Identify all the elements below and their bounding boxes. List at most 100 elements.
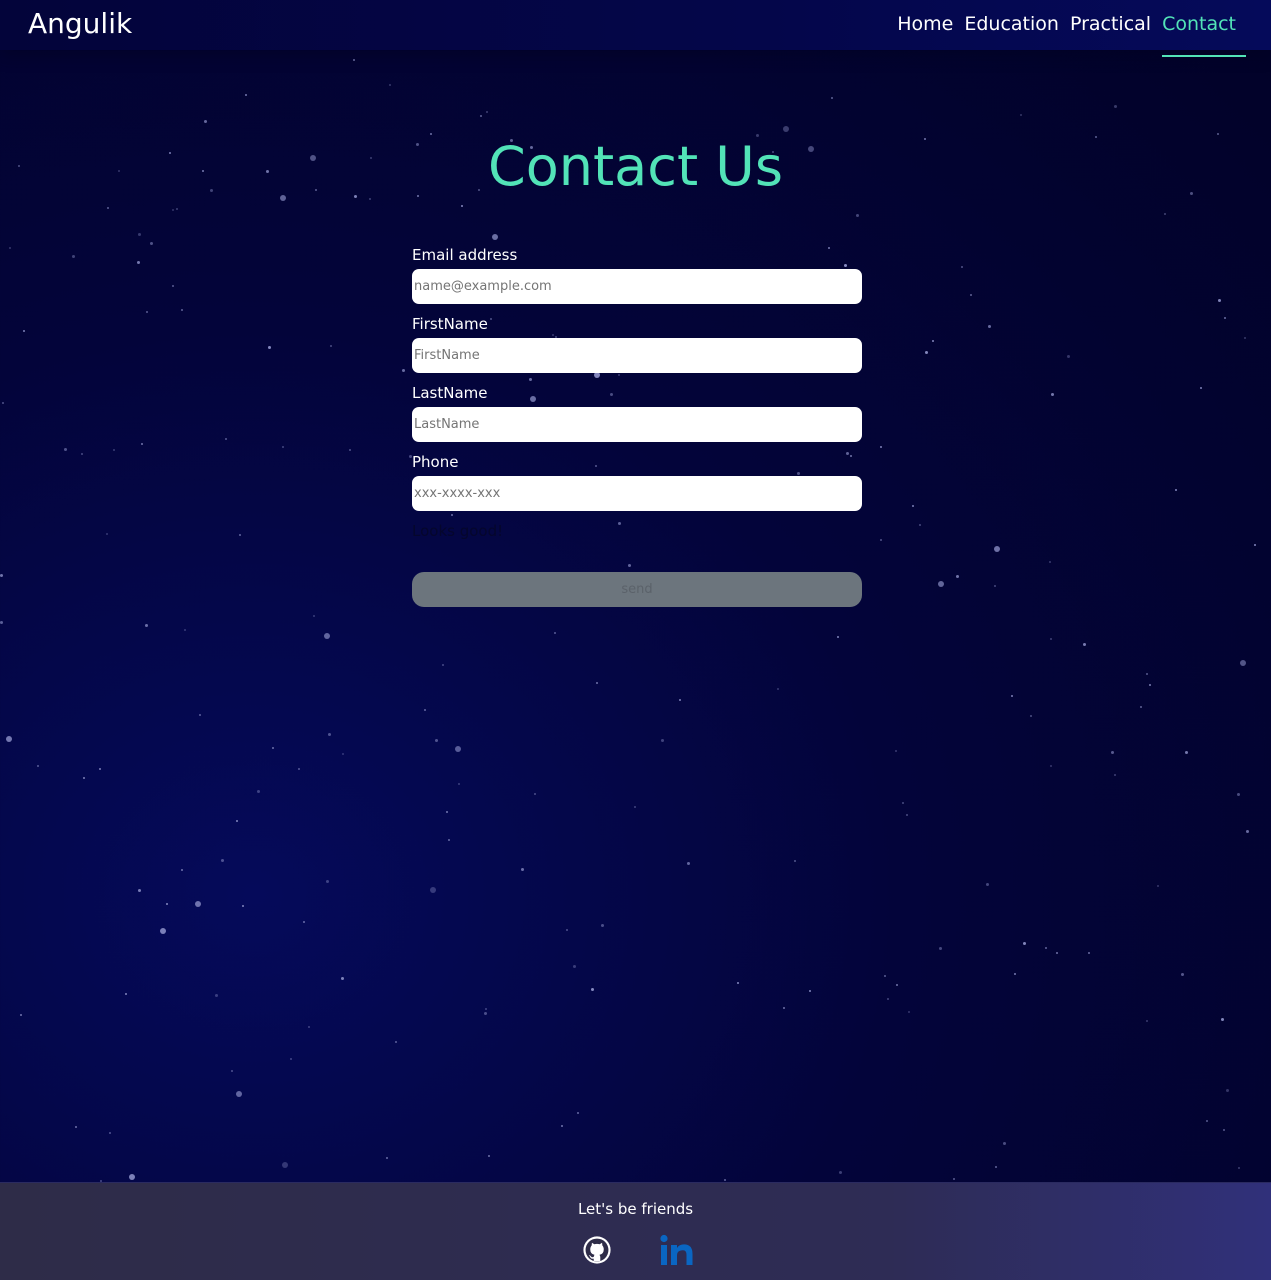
star [245, 94, 247, 96]
star [1050, 638, 1052, 640]
star [956, 575, 959, 578]
star [0, 621, 3, 624]
star [1111, 751, 1114, 754]
first-name-label: FirstName [412, 315, 488, 333]
star [9, 247, 11, 249]
star [1244, 337, 1246, 339]
star [199, 714, 201, 716]
star [129, 1174, 135, 1180]
star [912, 505, 914, 507]
star [455, 746, 461, 752]
star [554, 632, 556, 634]
star [145, 624, 148, 627]
star [290, 1058, 292, 1060]
star [75, 1126, 77, 1128]
email-field[interactable] [412, 269, 862, 304]
star [349, 449, 351, 451]
star [99, 768, 101, 770]
first-name-field[interactable] [412, 338, 862, 373]
validation-note: Looks good! [412, 522, 504, 540]
brand-link[interactable]: Angulik [28, 6, 132, 42]
star [986, 883, 989, 886]
star [939, 947, 942, 950]
star [303, 921, 305, 923]
star [1164, 213, 1166, 215]
star [20, 1014, 22, 1016]
star [328, 733, 331, 736]
star [330, 345, 332, 347]
star [225, 438, 227, 440]
star [1045, 947, 1047, 949]
linkedin-icon [660, 1234, 693, 1265]
star [181, 309, 183, 311]
star [1030, 715, 1032, 717]
star [448, 839, 450, 841]
star [995, 1166, 997, 1168]
star [6, 736, 12, 742]
contact-form: Email address FirstName LastName Phone L… [412, 244, 862, 607]
star [268, 346, 271, 349]
star [1146, 1020, 1148, 1022]
star [204, 120, 207, 123]
star [106, 533, 108, 535]
star [856, 214, 859, 217]
star [480, 115, 482, 117]
last-name-field[interactable] [412, 407, 862, 442]
star [341, 977, 344, 980]
phone-field[interactable] [412, 476, 862, 511]
star [521, 868, 524, 871]
star [166, 903, 168, 905]
nav-link-home[interactable]: Home [897, 10, 953, 38]
star [783, 1007, 785, 1009]
star [1185, 751, 1188, 754]
star [837, 636, 839, 638]
star [324, 633, 330, 639]
star [488, 1155, 490, 1157]
star [313, 615, 315, 617]
star [634, 806, 636, 808]
github-link[interactable] [582, 1235, 614, 1267]
star [1114, 774, 1116, 776]
star [919, 524, 921, 526]
star [994, 546, 1000, 552]
star [389, 84, 391, 86]
star [81, 453, 83, 455]
nav-link-contact[interactable]: Contact [1162, 10, 1246, 57]
star [880, 446, 882, 448]
star [72, 255, 75, 258]
star [831, 97, 833, 99]
star [925, 351, 928, 354]
star [23, 330, 25, 332]
star [1023, 942, 1026, 945]
star [442, 664, 444, 666]
linkedin-link[interactable] [660, 1233, 694, 1267]
last-name-label: LastName [412, 384, 488, 402]
star [573, 965, 576, 968]
star [1146, 673, 1148, 675]
star [424, 709, 426, 711]
star [988, 325, 991, 328]
star [107, 207, 109, 209]
star [150, 242, 153, 245]
star [724, 1179, 726, 1181]
star [953, 1178, 955, 1180]
star [884, 975, 886, 977]
star [895, 750, 897, 752]
star [1011, 695, 1013, 697]
star [1218, 299, 1221, 302]
star [896, 984, 898, 986]
star [994, 585, 996, 587]
star [932, 340, 934, 342]
star [446, 811, 448, 813]
star [435, 739, 438, 742]
send-button[interactable]: send [412, 572, 862, 607]
star [386, 1157, 388, 1159]
star [561, 1125, 563, 1127]
star [794, 860, 796, 862]
nav-link-education[interactable]: Education [964, 10, 1059, 38]
star [1254, 544, 1256, 546]
star [1050, 765, 1052, 767]
nav-link-practical[interactable]: Practical [1070, 10, 1151, 38]
star [1221, 1018, 1224, 1021]
star [282, 446, 284, 448]
